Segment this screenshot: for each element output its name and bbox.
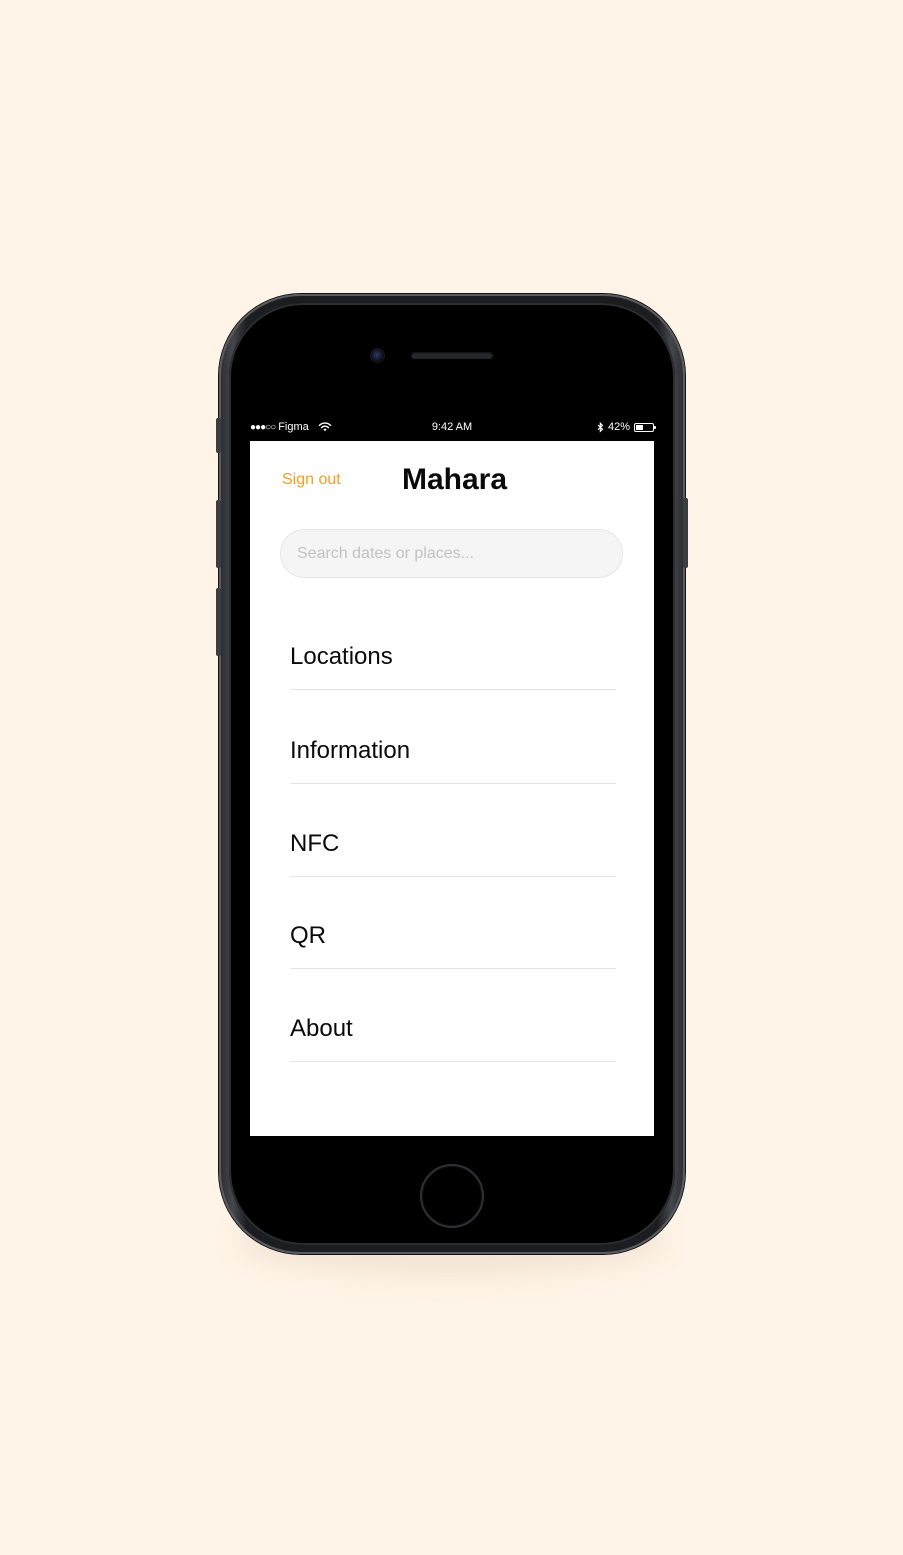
home-button[interactable] [420, 1164, 484, 1228]
volume-down-button [216, 588, 221, 656]
bluetooth-icon [597, 421, 604, 433]
menu-item-nfc[interactable]: NFC [290, 784, 616, 877]
volume-up-button [216, 500, 221, 568]
status-bar: ●●●○○ Figma 9:42 AM 42% [250, 418, 656, 440]
menu-item-label: NFC [290, 830, 340, 857]
menu-item-label: Locations [290, 643, 393, 670]
menu-item-information[interactable]: Information [290, 691, 616, 784]
status-time: 9:42 AM [431, 421, 473, 433]
mute-switch [216, 418, 221, 453]
menu-item-qr[interactable]: QR [290, 876, 616, 969]
menu-item-about[interactable]: About [290, 969, 616, 1062]
battery-percentage: 42% [607, 421, 630, 433]
app-screen: Sign out Mahara Locations Information NF… [250, 441, 654, 1136]
earpiece-speaker [411, 352, 493, 359]
menu-item-label: About [290, 1015, 353, 1042]
menu-item-label: QR [290, 922, 326, 949]
front-camera [371, 349, 384, 362]
status-right: 42% [597, 421, 656, 433]
battery-icon [634, 422, 656, 432]
sign-out-button[interactable]: Sign out [282, 471, 341, 489]
power-button [683, 498, 688, 568]
battery-level [636, 424, 643, 430]
menu-item-locations[interactable]: Locations [290, 597, 616, 690]
app-title: Mahara [402, 463, 508, 496]
menu-item-label: Information [290, 737, 411, 764]
search-input[interactable] [280, 529, 623, 578]
